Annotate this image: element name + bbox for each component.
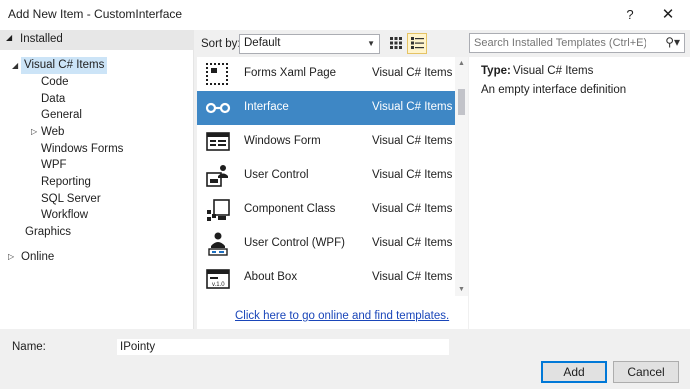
tree-item-data[interactable]: Data — [41, 91, 65, 108]
online-link-area: Click here to go online and find templat… — [197, 296, 468, 329]
scrollbar-thumb[interactable] — [458, 89, 465, 115]
template-language: Visual C# Items — [372, 67, 453, 79]
windows-form-icon — [206, 132, 230, 151]
grid-view-icon — [390, 37, 402, 49]
close-button[interactable]: ✕ — [650, 0, 686, 30]
template-list-scrollbar[interactable]: ▲ ▼ — [455, 57, 468, 296]
add-button[interactable]: Add — [541, 361, 607, 383]
template-row-about-box[interactable]: v.1.0 About Box Visual C# Items — [197, 261, 455, 295]
tree-item-visual-csharp-items[interactable]: Visual C# Items — [21, 57, 108, 74]
help-button[interactable]: ? — [612, 0, 648, 30]
name-label: Name: — [12, 341, 46, 353]
search-templates-box[interactable]: ⚲▾ — [469, 33, 685, 53]
template-details-pane: Type: Visual C# Items An empty interface… — [469, 57, 690, 329]
search-icon[interactable]: ⚲▾ — [665, 35, 680, 49]
template-language: Visual C# Items — [372, 203, 453, 215]
tree-item-sql-server[interactable]: SQL Server — [41, 191, 101, 208]
template-list: Forms Xaml Page Visual C# Items Interfac… — [197, 57, 455, 296]
installed-header[interactable]: ◢ Installed — [0, 30, 194, 50]
template-description: An empty interface definition — [481, 84, 627, 96]
tree-item-web[interactable]: Web — [41, 124, 64, 141]
template-row-user-control[interactable]: User Control Visual C# Items — [197, 159, 455, 193]
title-bar: Add New Item - CustomInterface ? ✕ — [0, 0, 690, 30]
online-label: Online — [21, 251, 55, 263]
template-language: Visual C# Items — [372, 101, 453, 113]
tree-item-reporting[interactable]: Reporting — [41, 174, 91, 191]
about-box-icon: v.1.0 — [206, 269, 230, 289]
template-language: Visual C# Items — [372, 271, 453, 283]
template-name: User Control (WPF) — [244, 237, 345, 249]
about-box-version-text: v.1.0 — [212, 282, 225, 288]
template-row-forms-xaml-page[interactable]: Forms Xaml Page Visual C# Items — [197, 57, 455, 91]
search-input[interactable] — [470, 34, 650, 52]
medium-icons-view-button[interactable] — [386, 33, 406, 54]
expand-arrow-icon[interactable]: ▷ — [31, 127, 37, 136]
template-language: Visual C# Items — [372, 169, 453, 181]
tree-item-workflow[interactable]: Workflow — [41, 207, 88, 224]
interface-icon — [205, 102, 231, 114]
template-language: Visual C# Items — [372, 135, 453, 147]
online-header[interactable]: ▷ Online — [0, 248, 194, 266]
dropdown-arrow-icon: ▼ — [367, 39, 375, 48]
window-title: Add New Item - CustomInterface — [8, 7, 183, 21]
template-row-component-class[interactable]: Component Class Visual C# Items — [197, 193, 455, 227]
component-class-icon — [207, 199, 230, 221]
tree-item-general[interactable]: General — [41, 107, 82, 124]
tree-item-wpf[interactable]: WPF — [41, 157, 67, 174]
user-control-icon — [206, 165, 228, 187]
find-online-templates-link[interactable]: Click here to go online and find templat… — [235, 310, 449, 322]
template-name: Interface — [244, 101, 289, 113]
tree-item-windows-forms[interactable]: Windows Forms — [41, 141, 123, 158]
expand-arrow-icon[interactable]: ▷ — [8, 252, 14, 261]
template-row-user-control-wpf[interactable]: User Control (WPF) Visual C# Items — [197, 227, 455, 261]
installed-label: Installed — [20, 33, 63, 45]
scroll-down-arrow-icon[interactable]: ▼ — [458, 286, 465, 293]
user-control-wpf-icon — [208, 232, 228, 256]
sort-dropdown[interactable]: Default ▼ — [239, 34, 380, 54]
template-name: User Control — [244, 169, 309, 181]
template-name: Forms Xaml Page — [244, 67, 337, 79]
expand-arrow-icon[interactable]: ◢ — [12, 61, 18, 70]
forms-xaml-page-icon — [206, 63, 228, 85]
tree-item-code[interactable]: Code — [41, 74, 69, 91]
template-name: Component Class — [244, 203, 336, 215]
template-name: About Box — [244, 271, 298, 283]
template-name: Windows Form — [244, 135, 321, 147]
category-tree-panel: ◢ Installed ◢ Visual C# Items Code Data … — [0, 30, 194, 329]
template-language: Visual C# Items — [372, 237, 453, 249]
type-value: Visual C# Items — [513, 65, 594, 77]
cancel-button[interactable]: Cancel — [613, 361, 679, 383]
scroll-up-arrow-icon[interactable]: ▲ — [458, 60, 465, 67]
type-label: Type: — [481, 65, 511, 77]
collapse-arrow-icon[interactable]: ◢ — [6, 33, 12, 42]
sort-label: Sort by: — [201, 38, 241, 50]
tree-item-graphics[interactable]: Graphics — [25, 224, 71, 241]
name-field[interactable] — [116, 338, 450, 356]
list-view-icon — [410, 37, 424, 49]
template-row-windows-form[interactable]: Windows Form Visual C# Items — [197, 125, 455, 159]
sort-value: Default — [244, 37, 281, 49]
list-view-button[interactable] — [407, 33, 427, 54]
template-row-interface[interactable]: Interface Visual C# Items — [197, 91, 455, 125]
